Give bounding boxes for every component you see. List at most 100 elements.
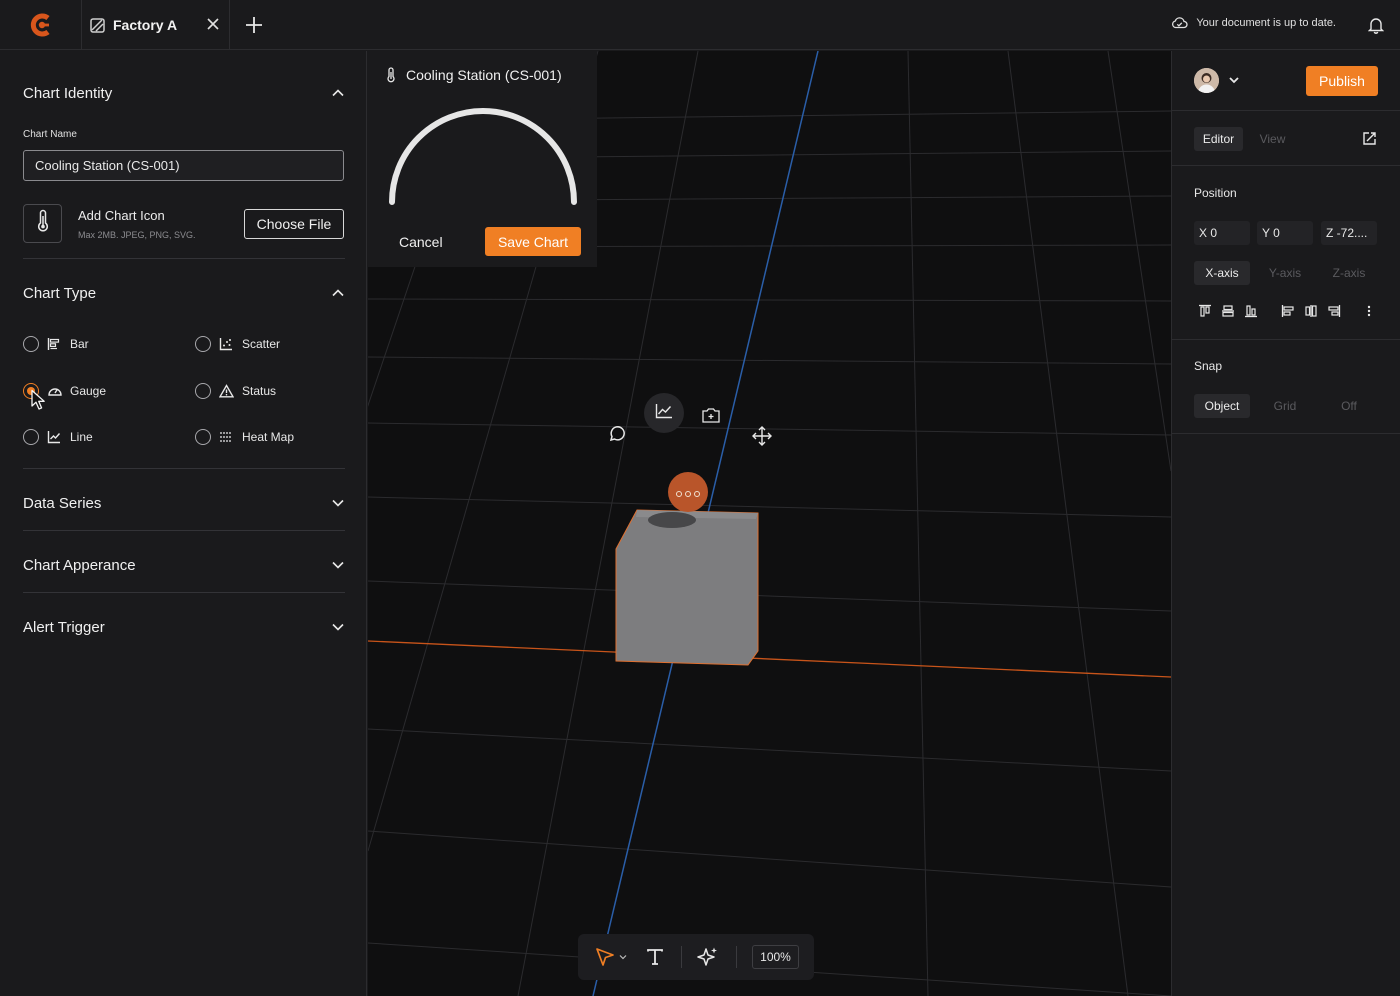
radio-bar[interactable]: Bar — [23, 336, 89, 352]
divider — [23, 530, 345, 531]
section-chart-type[interactable]: Chart Type — [23, 281, 345, 305]
align-left-icon[interactable] — [1280, 303, 1296, 319]
align-center-icon[interactable] — [1303, 303, 1319, 319]
top-bar: Factory A Your document is up to date. — [0, 0, 1400, 50]
bell-icon[interactable] — [1367, 16, 1385, 34]
position-x-input[interactable]: X 0 — [1194, 221, 1250, 245]
align-middle-icon[interactable] — [1220, 303, 1236, 319]
mouse-cursor-icon — [30, 389, 48, 416]
radio-status[interactable]: Status — [195, 383, 276, 399]
cancel-button[interactable]: Cancel — [390, 227, 454, 257]
close-icon[interactable] — [205, 16, 221, 32]
save-chart-button[interactable]: Save Chart — [485, 227, 581, 256]
tab-factory-a[interactable]: Factory A — [82, 0, 230, 50]
divider — [1172, 110, 1400, 111]
radio-label: Scatter — [242, 337, 281, 351]
toolbar-separator — [736, 946, 737, 968]
camera-plus-icon[interactable] — [700, 404, 722, 426]
x-axis-line — [368, 640, 1171, 678]
toolbar-separator — [681, 946, 682, 968]
tab-x-axis[interactable]: X-axis — [1194, 261, 1250, 285]
radio-label: Line — [70, 430, 93, 444]
radio-scatter[interactable]: Scatter — [195, 336, 280, 352]
chevron-up-icon[interactable] — [331, 86, 345, 100]
snap-object[interactable]: Object — [1194, 394, 1250, 418]
chart-settings-panel: Chart Identity Chart Name Add Chart Icon… — [0, 51, 367, 996]
document-status: Your document is up to date. — [1171, 16, 1336, 29]
heatmap-icon — [219, 429, 235, 445]
tab-editor[interactable]: Editor — [1194, 127, 1243, 151]
document-status-text: Your document is up to date. — [1196, 16, 1336, 29]
chart-icon-preview[interactable] — [23, 204, 62, 243]
scatter-chart-icon — [219, 336, 235, 352]
tab-z-axis[interactable]: Z-axis — [1321, 261, 1377, 285]
divider — [1172, 339, 1400, 340]
divider — [1172, 165, 1400, 166]
section-data-series[interactable]: Data Series — [23, 491, 345, 515]
chevron-down-icon[interactable] — [331, 558, 345, 572]
align-right-icon[interactable] — [1326, 303, 1342, 319]
add-chart-button[interactable] — [644, 393, 684, 433]
radio-button[interactable] — [195, 429, 211, 445]
radio-button[interactable] — [23, 336, 39, 352]
selected-cube[interactable] — [615, 472, 759, 666]
radio-label: Status — [242, 384, 277, 398]
share-icon[interactable] — [1362, 131, 1377, 146]
section-alert-trigger[interactable]: Alert Trigger — [23, 615, 345, 639]
chevron-down-icon[interactable] — [1228, 74, 1240, 86]
popup-title-text: Cooling Station (CS-001) — [406, 67, 562, 83]
chart-name-input[interactable] — [23, 150, 344, 181]
cloud-check-icon — [1171, 16, 1188, 29]
radio-label: Gauge — [70, 384, 107, 398]
tab-file-icon — [90, 17, 106, 33]
bottom-toolbar: 100% — [578, 934, 814, 980]
section-chart-appearance[interactable]: Chart Apperance — [23, 553, 345, 577]
zoom-level[interactable]: 100% — [752, 945, 799, 969]
align-top-icon[interactable] — [1197, 303, 1213, 319]
align-bottom-icon[interactable] — [1243, 303, 1259, 319]
tab-y-axis[interactable]: Y-axis — [1257, 261, 1313, 285]
divider — [23, 258, 345, 259]
snap-title: Snap — [1194, 359, 1223, 373]
warning-triangle-icon — [219, 383, 235, 399]
chevron-up-icon[interactable] — [331, 286, 345, 300]
radio-heat-map[interactable]: Heat Map — [195, 429, 294, 445]
radio-button[interactable] — [195, 383, 211, 399]
3d-viewport[interactable]: Cooling Station (CS-001) Cancel Save Cha… — [368, 51, 1171, 996]
bar-chart-icon — [47, 336, 63, 352]
ai-sparkle-icon[interactable] — [696, 945, 720, 969]
tab-view[interactable]: View — [1248, 127, 1297, 151]
radio-line[interactable]: Line — [23, 429, 93, 445]
choose-file-button[interactable]: Choose File — [244, 209, 344, 239]
move-icon[interactable] — [751, 425, 773, 447]
chevron-down-icon[interactable] — [331, 620, 345, 634]
comment-icon[interactable] — [606, 423, 628, 445]
radio-button[interactable] — [195, 336, 211, 352]
section-title: Chart Type — [23, 284, 97, 302]
more-options-icon[interactable] — [1361, 303, 1377, 319]
line-chart-icon — [47, 429, 63, 445]
chart-preview-popup: Cooling Station (CS-001) Cancel Save Cha… — [368, 51, 597, 267]
snap-grid[interactable]: Grid — [1257, 394, 1313, 418]
position-z-input[interactable]: Z -72.... — [1321, 221, 1377, 245]
gauge-icon — [47, 383, 63, 399]
popup-title: Cooling Station (CS-001) — [386, 67, 562, 83]
radio-label: Bar — [70, 337, 89, 351]
radio-button[interactable] — [23, 429, 39, 445]
divider — [23, 468, 345, 469]
chevron-down-icon[interactable] — [331, 496, 345, 510]
avatar[interactable] — [1194, 68, 1219, 93]
select-tool-icon[interactable] — [594, 946, 616, 968]
plus-icon[interactable] — [244, 15, 264, 35]
gauge-preview — [389, 108, 577, 205]
section-chart-identity[interactable]: Chart Identity — [23, 81, 345, 105]
divider — [23, 592, 345, 593]
chevron-down-icon[interactable] — [618, 952, 628, 962]
text-tool-icon[interactable] — [644, 946, 666, 968]
line-chart-icon — [655, 403, 673, 424]
logo-icon[interactable] — [0, 0, 82, 50]
radio-label: Heat Map — [242, 430, 295, 444]
position-y-input[interactable]: Y 0 — [1257, 221, 1313, 245]
publish-button[interactable]: Publish — [1306, 66, 1378, 96]
snap-off[interactable]: Off — [1321, 394, 1377, 418]
